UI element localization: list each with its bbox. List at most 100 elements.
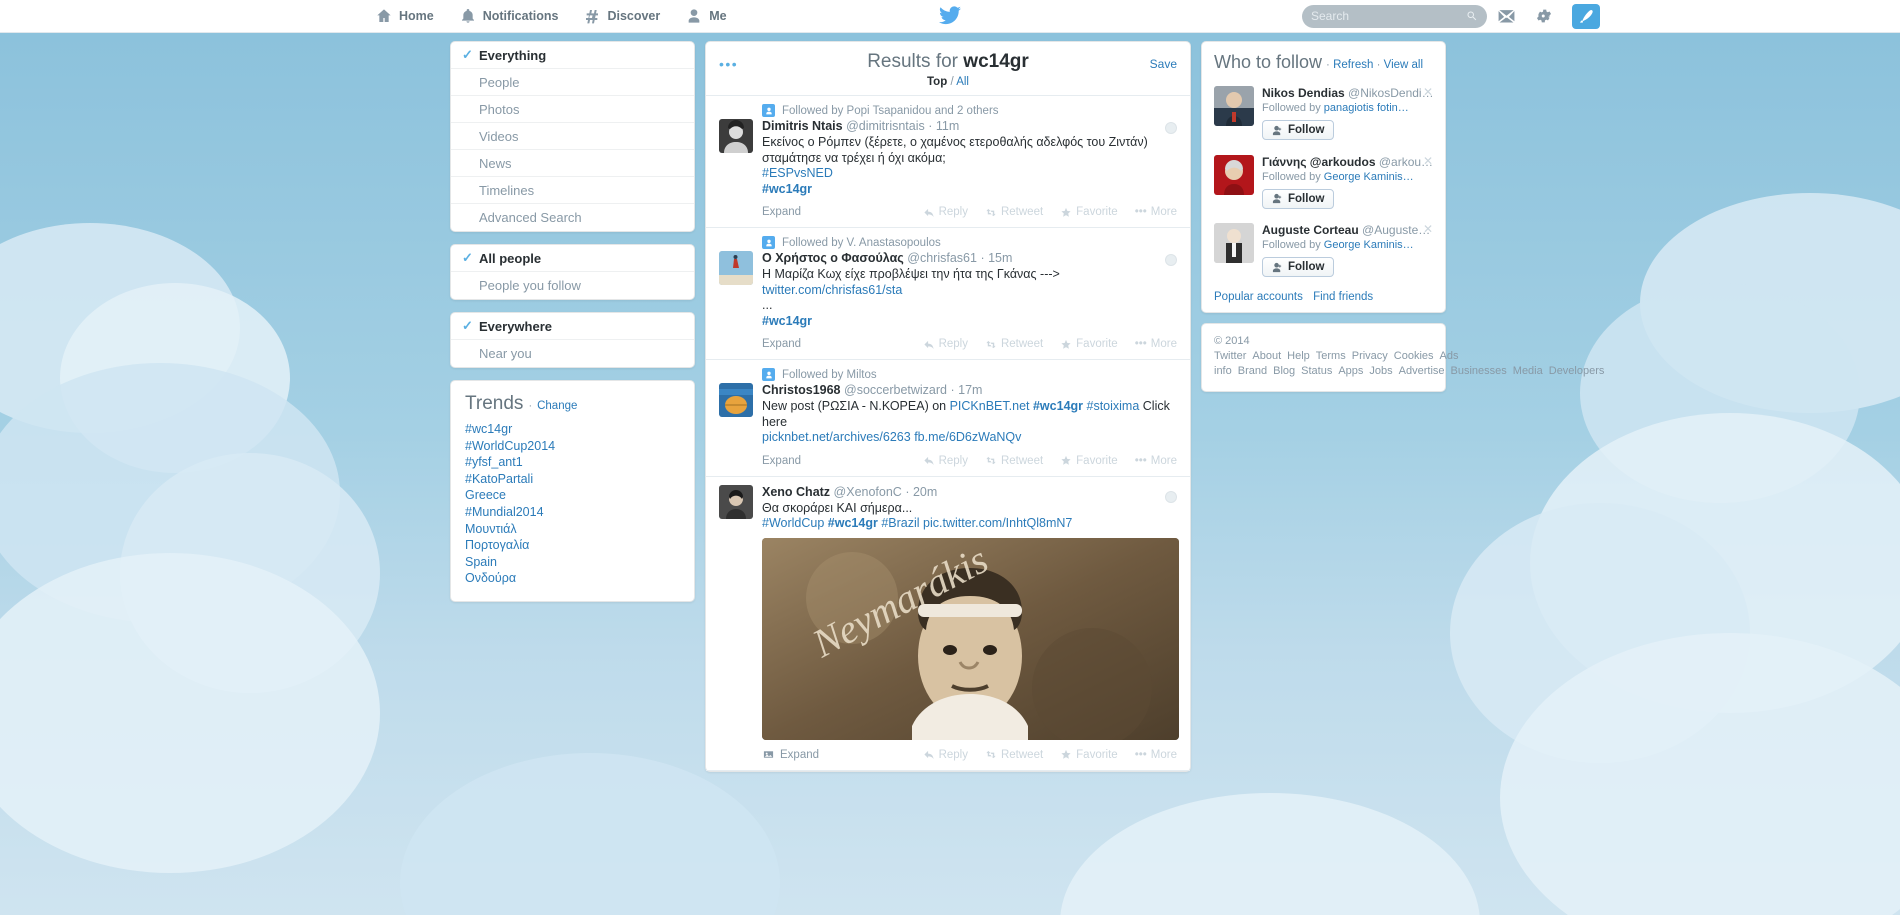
tweet-author-handle[interactable]: @chrisfas61	[907, 251, 977, 265]
nav-item-home[interactable]: Home	[363, 0, 447, 33]
more-button[interactable]: ••• More	[1135, 338, 1177, 350]
footer-link-help[interactable]: Help	[1287, 350, 1310, 362]
expand-button[interactable]: Expand	[762, 338, 801, 350]
dismiss-icon[interactable]: ✕	[1423, 85, 1433, 99]
hashtag-link[interactable]: #WorldCup	[762, 516, 824, 530]
trend-item[interactable]: #yfsf_ant1	[465, 454, 680, 471]
tweet-link[interactable]: fb.me/6D6zWaNQv	[914, 430, 1021, 444]
footer-link-terms[interactable]: Terms	[1316, 350, 1346, 362]
follow-button[interactable]: Follow	[1262, 188, 1335, 209]
footer-link-jobs[interactable]: Jobs	[1369, 365, 1392, 377]
favorite-button[interactable]: Favorite	[1060, 455, 1118, 467]
more-button[interactable]: ••• More	[1135, 455, 1177, 467]
filter-near-you[interactable]: Near you	[451, 340, 694, 367]
more-button[interactable]: ••• More	[1135, 206, 1177, 218]
avatar[interactable]	[719, 119, 753, 153]
footer-link-status[interactable]: Status	[1301, 365, 1332, 377]
tweet-timestamp[interactable]: 20m	[913, 485, 937, 499]
avatar[interactable]	[719, 484, 753, 519]
filter-everywhere[interactable]: ✓ Everywhere	[451, 313, 694, 340]
filter-people-you-follow[interactable]: People you follow	[451, 272, 694, 299]
expand-button[interactable]: Expand	[762, 749, 819, 761]
suggested-user-name[interactable]: Nikos Dendias @NikosDendi…	[1262, 86, 1433, 101]
trend-item[interactable]: #wc14gr	[465, 421, 680, 438]
popular-accounts-link[interactable]: Popular accounts	[1214, 291, 1303, 303]
trend-item[interactable]: #KatoPartali	[465, 471, 680, 488]
nav-item-me[interactable]: Me	[673, 0, 739, 33]
more-dots-icon[interactable]: •••	[719, 56, 738, 72]
tweet-author-name[interactable]: Christos1968	[762, 383, 841, 397]
save-search-link[interactable]: Save	[1150, 57, 1177, 71]
tweet-timestamp[interactable]: 11m	[936, 119, 959, 133]
view-all-link[interactable]: View all	[1384, 59, 1423, 71]
favorite-button[interactable]: Favorite	[1060, 749, 1118, 761]
filter-all-people[interactable]: ✓ All people	[451, 245, 694, 272]
suggested-user-name[interactable]: Γιάννης @arkoudos @arkou…	[1262, 155, 1433, 170]
messages-button[interactable]	[1487, 0, 1525, 33]
nav-item-notifications[interactable]: Notifications	[447, 0, 572, 33]
tweet-link[interactable]: PICKnBET.net	[950, 399, 1030, 413]
tweet-link[interactable]: picknbet.net/archives/6263	[762, 430, 911, 444]
footer-link-blog[interactable]: Blog	[1273, 365, 1295, 377]
hashtag-link[interactable]: #wc14gr	[762, 182, 812, 196]
hashtag-link[interactable]: #wc14gr	[762, 314, 812, 328]
reply-button[interactable]: Reply	[923, 206, 968, 218]
filter-everything[interactable]: ✓ Everything	[451, 42, 694, 69]
filter-photos[interactable]: Photos	[451, 96, 694, 123]
tweet-link[interactable]: twitter.com/chrisfas61/sta	[762, 283, 902, 297]
footer-link-privacy[interactable]: Privacy	[1352, 350, 1388, 362]
filter-videos[interactable]: Videos	[451, 123, 694, 150]
dismiss-icon[interactable]: ✕	[1423, 154, 1433, 168]
tweet-author-name[interactable]: Dimitris Ntais	[762, 119, 843, 133]
filter-advanced-search[interactable]: Advanced Search	[451, 204, 694, 231]
footer-link-about[interactable]: About	[1252, 350, 1281, 362]
trends-change-link[interactable]: Change	[537, 400, 577, 412]
hashtag-link[interactable]: #wc14gr	[828, 516, 878, 530]
search-input[interactable]	[1311, 9, 1466, 23]
footer-link-apps[interactable]: Apps	[1338, 365, 1363, 377]
avatar[interactable]	[719, 383, 753, 417]
trend-item[interactable]: Μουντιάλ	[465, 521, 680, 538]
follow-button[interactable]: Follow	[1262, 257, 1335, 277]
trend-item[interactable]: Greece	[465, 487, 680, 504]
hashtag-link[interactable]: #ESPvsNED	[762, 166, 833, 180]
tweet-photo[interactable]: Neymarákis	[762, 537, 1179, 740]
find-friends-link[interactable]: Find friends	[1313, 291, 1373, 303]
compose-tweet-button[interactable]	[1572, 3, 1600, 29]
avatar[interactable]	[1214, 223, 1254, 263]
favorite-button[interactable]: Favorite	[1060, 338, 1118, 350]
tweet-author-handle[interactable]: @soccerbetwizard	[844, 383, 947, 397]
retweet-button[interactable]: Retweet	[985, 455, 1043, 467]
tweet-author-handle[interactable]: @dimitrisntais	[846, 119, 925, 133]
tweet-timestamp[interactable]: 15m	[988, 251, 1012, 265]
hashtag-link[interactable]: #wc14gr	[1033, 399, 1083, 413]
follow-button[interactable]: Follow	[1262, 120, 1335, 140]
footer-link-businesses[interactable]: Businesses	[1451, 365, 1507, 377]
expand-button[interactable]: Expand	[762, 206, 801, 218]
footer-link-developers[interactable]: Developers	[1549, 365, 1605, 377]
filter-timelines[interactable]: Timelines	[451, 177, 694, 204]
footer-link-media[interactable]: Media	[1513, 365, 1543, 377]
tweet-author-name[interactable]: Xeno Chatz	[762, 485, 830, 499]
suggested-user-name[interactable]: Auguste Corteau @Auguste…	[1262, 223, 1433, 238]
footer-link-cookies[interactable]: Cookies	[1394, 350, 1434, 362]
footer-link-brand[interactable]: Brand	[1238, 365, 1267, 377]
reply-button[interactable]: Reply	[923, 455, 968, 467]
avatar[interactable]	[1214, 86, 1254, 126]
tweet-photo-link[interactable]: pic.twitter.com/InhtQl8mN7	[923, 516, 1072, 530]
refresh-link[interactable]: Refresh	[1333, 59, 1373, 71]
tweet-author-name[interactable]: Ο Χρήστος ο Φασούλας	[762, 251, 904, 265]
context-user-link[interactable]: George Kaminis…	[1324, 171, 1414, 183]
more-button[interactable]: ••• More	[1135, 749, 1177, 761]
tweet-timestamp[interactable]: 17m	[958, 383, 982, 397]
reply-button[interactable]: Reply	[923, 749, 968, 761]
expand-button[interactable]: Expand	[762, 455, 801, 467]
retweet-button[interactable]: Retweet	[985, 338, 1043, 350]
hashtag-link[interactable]: #Brazil	[881, 516, 919, 530]
context-user-link[interactable]: George Kaminis…	[1324, 239, 1414, 251]
trend-item[interactable]: Ονδούρα	[465, 570, 680, 587]
avatar[interactable]	[1214, 154, 1254, 195]
dismiss-icon[interactable]: ✕	[1423, 222, 1433, 236]
search-box[interactable]	[1302, 4, 1487, 28]
tab-all[interactable]: All	[956, 76, 969, 88]
